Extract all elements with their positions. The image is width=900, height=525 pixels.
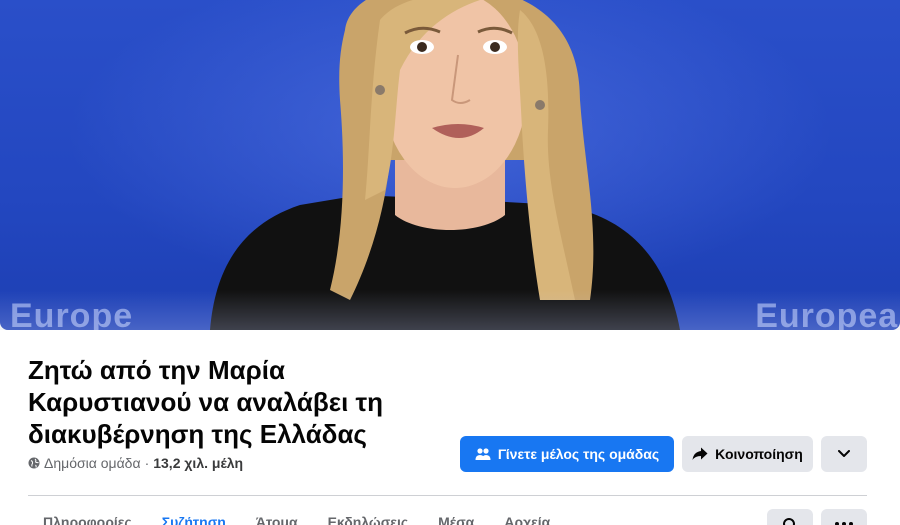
globe-icon bbox=[28, 457, 40, 469]
cover-watermark-left: Europe bbox=[10, 297, 134, 330]
tab-discussion[interactable]: Συζήτηση bbox=[147, 514, 241, 525]
group-header-panel: Ζητώ από την Μαρία Καρυστιανού να αναλάβ… bbox=[0, 330, 900, 525]
tab-files[interactable]: Αρχεία bbox=[489, 514, 565, 525]
group-tabs: Πληροφορίες Συζήτηση Άτομα Εκδηλώσεις Μέ… bbox=[28, 514, 565, 525]
tabs-more-button[interactable] bbox=[821, 509, 867, 525]
share-label: Κοινοποίηση bbox=[715, 446, 803, 462]
share-arrow-icon bbox=[692, 447, 708, 460]
join-group-button[interactable]: Γίνετε μέλος της ομάδας bbox=[460, 436, 674, 472]
search-group-button[interactable] bbox=[767, 509, 813, 525]
share-button[interactable]: Κοινοποίηση bbox=[682, 436, 813, 472]
tab-media[interactable]: Μέσα bbox=[423, 514, 489, 525]
group-title-line: Ζητώ από την Μαρία bbox=[28, 355, 285, 385]
group-privacy[interactable]: Δημόσια ομάδα bbox=[44, 455, 141, 471]
group-title: Ζητώ από την Μαρία Καρυστιανού να αναλάβ… bbox=[28, 354, 448, 450]
group-meta: Δημόσια ομάδα · 13,2 χιλ. μέλη bbox=[28, 455, 243, 471]
tab-events[interactable]: Εκδηλώσεις bbox=[313, 514, 424, 525]
join-group-label: Γίνετε μέλος της ομάδας bbox=[497, 446, 660, 462]
group-cover-photo[interactable]: Europe European bbox=[0, 0, 900, 330]
people-icon bbox=[475, 448, 491, 460]
group-member-count[interactable]: 13,2 χιλ. μέλη bbox=[153, 455, 243, 471]
cover-person-image bbox=[210, 0, 680, 330]
group-title-line: διακυβέρνηση της Ελλάδας bbox=[28, 419, 367, 449]
tab-about[interactable]: Πληροφορίες bbox=[28, 514, 147, 525]
cover-watermark-right: European bbox=[755, 297, 900, 330]
group-title-line: Καρυστιανού να αναλάβει τη bbox=[28, 387, 384, 417]
tab-people[interactable]: Άτομα bbox=[241, 514, 313, 525]
header-divider bbox=[28, 495, 867, 496]
search-icon bbox=[783, 518, 795, 525]
meta-separator: · bbox=[144, 455, 150, 471]
more-options-button[interactable] bbox=[821, 436, 867, 472]
chevron-down-icon bbox=[838, 450, 850, 457]
